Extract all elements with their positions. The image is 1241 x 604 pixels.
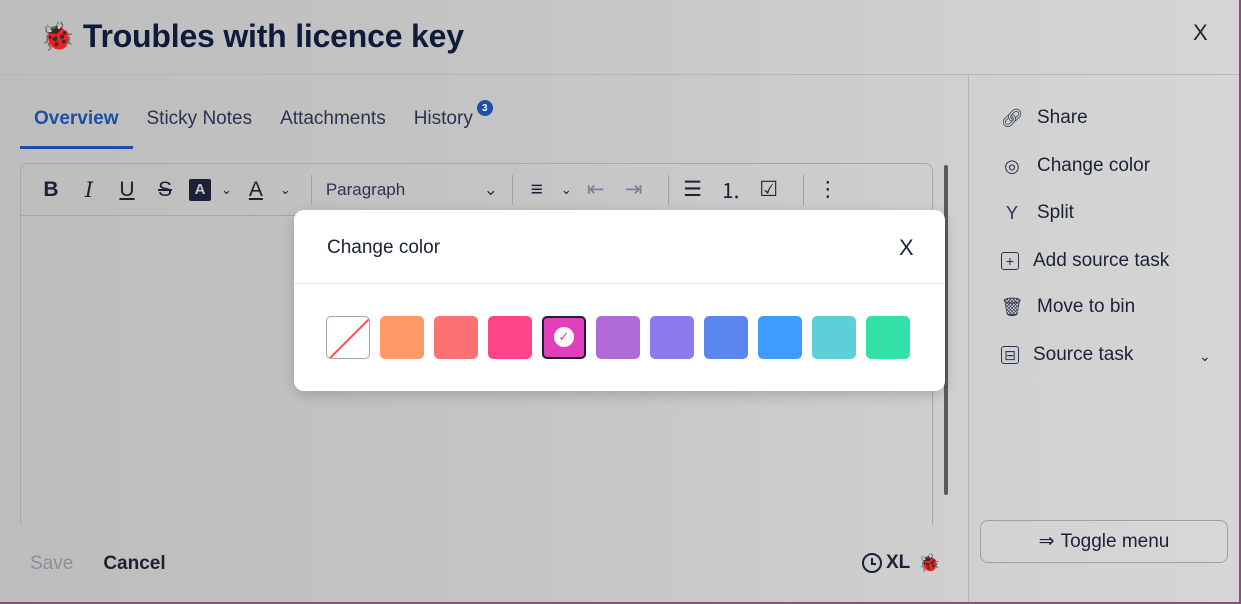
clock-icon bbox=[862, 553, 882, 573]
paragraph-style-select[interactable]: Paragraph ⌄ bbox=[322, 180, 502, 200]
color-swatch[interactable] bbox=[758, 316, 802, 359]
actions-sidebar: 🔗︎ Share ◎ Change color Y Split + Add so… bbox=[968, 75, 1239, 602]
tab-label: History bbox=[413, 108, 473, 129]
action-label: Source task bbox=[1033, 344, 1134, 365]
toolbar-divider bbox=[802, 174, 804, 205]
bulleted-list-icon[interactable]: ☰ bbox=[679, 177, 707, 202]
editor-toolbar: B I U S A ⌄ A ⌄ Paragraph ⌄ ≡ ⌄ ⇤ ⇥ ☰ ⒈ … bbox=[21, 164, 932, 216]
indent-icon[interactable]: ⇥ bbox=[620, 177, 648, 202]
color-swatch[interactable] bbox=[812, 316, 856, 359]
tab-overview[interactable]: Overview bbox=[20, 100, 133, 149]
action-label: Change color bbox=[1037, 155, 1151, 176]
page-title: Troubles with licence key bbox=[82, 18, 464, 54]
underline-button[interactable]: U bbox=[113, 178, 141, 202]
close-icon[interactable]: X bbox=[899, 235, 914, 261]
tab-label: Overview bbox=[34, 108, 119, 129]
action-label: Split bbox=[1037, 202, 1074, 223]
strikethrough-button[interactable]: S bbox=[151, 178, 179, 202]
align-left-icon[interactable]: ≡ bbox=[523, 178, 551, 202]
dialog-divider bbox=[294, 283, 945, 284]
title-group: 🐞 Troubles with licence key bbox=[40, 18, 464, 55]
paragraph-style-value: Paragraph bbox=[325, 179, 406, 199]
cancel-button[interactable]: Cancel bbox=[103, 553, 165, 575]
action-label: Share bbox=[1037, 107, 1088, 128]
tab-sticky-notes[interactable]: Sticky Notes bbox=[133, 100, 267, 149]
toggle-menu-button[interactable]: ⇒ Toggle menu bbox=[980, 520, 1228, 563]
trash-icon: 🗑︎ bbox=[1000, 296, 1024, 317]
color-swatch[interactable] bbox=[866, 316, 910, 359]
color-swatch[interactable] bbox=[704, 316, 748, 359]
save-button[interactable]: Save bbox=[30, 553, 73, 575]
ladybug-icon: 🐞 bbox=[40, 20, 75, 52]
chevron-down-icon: ⌄ bbox=[483, 179, 498, 199]
plus-box-icon: + bbox=[1001, 252, 1019, 270]
italic-button[interactable]: I bbox=[75, 178, 103, 202]
chevron-down-icon[interactable]: ⌄ bbox=[561, 182, 572, 198]
split-action[interactable]: Y Split bbox=[1001, 202, 1074, 224]
no-color-swatch[interactable] bbox=[326, 316, 370, 359]
source-task-icon: ⊟ bbox=[1001, 346, 1019, 364]
move-to-bin-action[interactable]: 🗑︎ Move to bin bbox=[1000, 296, 1136, 318]
ladybug-icon: 🐞 bbox=[918, 552, 941, 573]
split-icon: Y bbox=[1005, 202, 1018, 223]
editor-footer: Save Cancel bbox=[30, 553, 166, 575]
arrow-right-icon: ⇒ bbox=[1038, 531, 1055, 552]
color-swatch-list: ✓ bbox=[326, 316, 910, 359]
highlight-button[interactable]: A bbox=[189, 178, 211, 201]
share-action[interactable]: 🔗︎ Share bbox=[1001, 107, 1088, 129]
dialog-title: Change color bbox=[327, 237, 441, 258]
change-color-action[interactable]: ◎ Change color bbox=[1001, 155, 1150, 177]
tab-label: Attachments bbox=[280, 108, 386, 129]
color-swatch[interactable] bbox=[650, 316, 694, 359]
estimate-value: XL bbox=[886, 552, 911, 573]
change-color-dialog: Change color X ✓ bbox=[294, 210, 945, 391]
toggle-menu-label: Toggle menu bbox=[1060, 530, 1170, 552]
checkmark-icon: ✓ bbox=[554, 327, 574, 347]
chevron-down-icon[interactable]: ⌄ bbox=[221, 182, 232, 198]
color-swatch[interactable] bbox=[488, 316, 532, 359]
color-swatch[interactable] bbox=[380, 316, 424, 359]
link-icon: 🔗︎ bbox=[1000, 107, 1024, 128]
toolbar-divider bbox=[310, 174, 312, 205]
color-swatch[interactable] bbox=[434, 316, 478, 359]
close-icon[interactable]: X bbox=[1193, 20, 1208, 46]
tab-history[interactable]: History 3 bbox=[400, 100, 493, 149]
add-source-task-action[interactable]: + Add source task bbox=[1001, 250, 1169, 272]
bold-button[interactable]: B bbox=[37, 178, 65, 202]
toolbar-divider bbox=[667, 174, 669, 205]
task-header: 🐞 Troubles with licence key X bbox=[0, 0, 1239, 75]
outdent-icon[interactable]: ⇤ bbox=[582, 177, 610, 202]
numbered-list-icon[interactable]: ⒈ bbox=[717, 175, 745, 205]
font-color-button[interactable]: A bbox=[242, 178, 270, 202]
action-label: Move to bin bbox=[1037, 296, 1136, 317]
tab-bar: Overview Sticky Notes Attachments Histor… bbox=[20, 100, 493, 149]
action-label: Add source task bbox=[1033, 250, 1170, 271]
palette-icon: ◎ bbox=[1004, 155, 1020, 176]
source-task-action[interactable]: ⊟ Source task bbox=[1001, 344, 1133, 366]
tab-attachments[interactable]: Attachments bbox=[266, 100, 400, 149]
tab-label: Sticky Notes bbox=[146, 108, 253, 129]
chevron-down-icon[interactable]: ⌄ bbox=[280, 182, 291, 198]
todo-list-icon[interactable]: ☑ bbox=[755, 177, 783, 202]
color-swatch-selected[interactable]: ✓ bbox=[542, 316, 586, 359]
app-window: 🐞 Troubles with licence key X Overview S… bbox=[0, 0, 1241, 604]
color-swatch[interactable] bbox=[596, 316, 640, 359]
more-options-icon[interactable]: ⋮ bbox=[814, 177, 842, 202]
chevron-down-icon[interactable]: ⌄ bbox=[1199, 348, 1211, 365]
history-count-badge: 3 bbox=[476, 100, 493, 116]
estimate-selector[interactable]: XL 🐞 bbox=[862, 552, 941, 574]
toolbar-divider bbox=[511, 174, 513, 205]
